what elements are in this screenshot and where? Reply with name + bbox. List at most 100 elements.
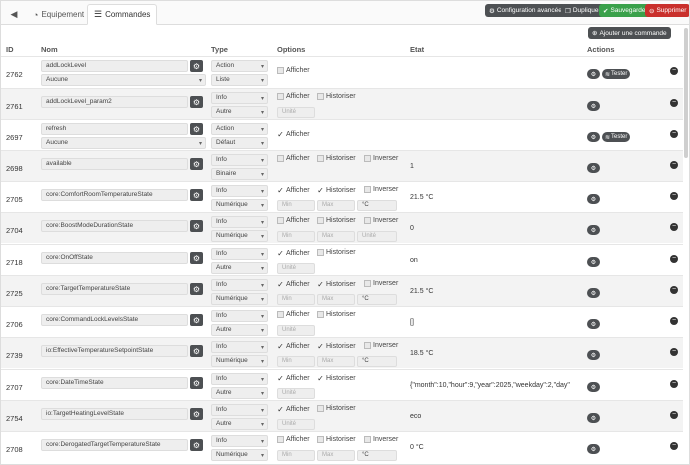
- history-checkbox[interactable]: Historiser: [317, 436, 356, 443]
- history-checkbox[interactable]: Historiser: [317, 405, 356, 412]
- scrollbar[interactable]: [684, 28, 688, 158]
- test-button[interactable]: ≋ Tester: [602, 132, 631, 142]
- delete-button[interactable]: ⊖ Supprimer: [645, 4, 689, 17]
- add-command-button[interactable]: ⊕ Ajouter une commande: [588, 27, 671, 39]
- command-name-field[interactable]: core:BoostModeDurationState: [41, 220, 188, 232]
- command-config-gear-icon[interactable]: ⚙: [190, 314, 203, 326]
- command-config-gear-icon[interactable]: ⚙: [190, 60, 203, 72]
- command-subtype-select[interactable]: Autre ▾: [211, 387, 268, 399]
- min-field[interactable]: Min: [277, 200, 315, 211]
- invert-checkbox[interactable]: Inverser: [364, 155, 398, 162]
- back-tab[interactable]: ◀: [4, 4, 24, 25]
- min-field[interactable]: Min: [277, 294, 315, 305]
- command-type-select[interactable]: Action ▾: [211, 60, 268, 72]
- tab-commands[interactable]: ☰ Commandes: [87, 4, 158, 25]
- history-checkbox[interactable]: Historiser: [317, 249, 356, 256]
- max-field[interactable]: Max: [317, 231, 355, 242]
- command-type-select[interactable]: Action ▾: [211, 123, 268, 135]
- advanced-config-icon[interactable]: ⚙: [587, 413, 600, 423]
- remove-command-icon[interactable]: −: [670, 67, 678, 75]
- history-checkbox[interactable]: ✓ Historiser: [317, 280, 355, 289]
- remove-command-icon[interactable]: −: [670, 192, 678, 200]
- command-type-select[interactable]: Info ▾: [211, 435, 268, 447]
- remove-command-icon[interactable]: −: [670, 223, 678, 231]
- remove-command-icon[interactable]: −: [670, 286, 678, 294]
- command-value-select[interactable]: Aucune ▾: [41, 137, 206, 149]
- advanced-config-button[interactable]: ⚙ Configuration avancée: [485, 4, 566, 17]
- show-checkbox[interactable]: ✓ Afficher: [277, 342, 309, 351]
- command-subtype-select[interactable]: Numérique ▾: [211, 449, 268, 461]
- history-checkbox[interactable]: ✓ Historiser: [317, 342, 355, 351]
- history-checkbox[interactable]: Historiser: [317, 311, 356, 318]
- invert-checkbox[interactable]: Inverser: [364, 280, 398, 287]
- command-type-select[interactable]: Info ▾: [211, 154, 268, 166]
- advanced-config-icon[interactable]: ⚙: [587, 350, 600, 360]
- save-button[interactable]: ✔ Sauvegarder: [599, 4, 652, 17]
- unit-field[interactable]: °C: [357, 450, 397, 461]
- command-config-gear-icon[interactable]: ⚙: [190, 439, 203, 451]
- show-checkbox[interactable]: Afficher: [277, 155, 310, 162]
- show-checkbox[interactable]: Afficher: [277, 436, 310, 443]
- remove-command-icon[interactable]: −: [670, 255, 678, 263]
- command-subtype-select[interactable]: Autre ▾: [211, 418, 268, 430]
- command-value-select[interactable]: Aucune ▾: [41, 74, 206, 86]
- advanced-config-icon[interactable]: ⚙: [587, 288, 600, 298]
- history-checkbox[interactable]: ✓ Historiser: [317, 374, 355, 383]
- command-type-select[interactable]: Info ▾: [211, 248, 268, 260]
- command-config-gear-icon[interactable]: ⚙: [190, 377, 203, 389]
- show-checkbox[interactable]: Afficher: [277, 93, 310, 100]
- command-type-select[interactable]: Info ▾: [211, 185, 268, 197]
- show-checkbox[interactable]: ✓ Afficher: [277, 186, 309, 195]
- advanced-config-icon[interactable]: ⚙: [587, 69, 600, 79]
- invert-checkbox[interactable]: Inverser: [364, 186, 398, 193]
- advanced-config-icon[interactable]: ⚙: [587, 132, 600, 142]
- remove-command-icon[interactable]: −: [670, 442, 678, 450]
- unit-field[interactable]: Unité: [277, 419, 315, 430]
- unit-field[interactable]: °C: [357, 200, 397, 211]
- command-name-field[interactable]: core:CommandLockLevelsState: [41, 314, 188, 326]
- show-checkbox[interactable]: ✓ Afficher: [277, 405, 309, 414]
- show-checkbox[interactable]: ✓ Afficher: [277, 130, 309, 139]
- unit-field[interactable]: Unité: [277, 325, 315, 336]
- remove-command-icon[interactable]: −: [670, 161, 678, 169]
- advanced-config-icon[interactable]: ⚙: [587, 319, 600, 329]
- command-subtype-select[interactable]: Autre ▾: [211, 106, 268, 118]
- command-name-field[interactable]: core:DateTimeState: [41, 377, 188, 389]
- command-config-gear-icon[interactable]: ⚙: [190, 408, 203, 420]
- command-subtype-select[interactable]: Autre ▾: [211, 262, 268, 274]
- command-name-field[interactable]: io:EffectiveTemperatureSetpointState: [41, 345, 188, 357]
- command-name-field[interactable]: addLockLevel: [41, 60, 188, 72]
- command-config-gear-icon[interactable]: ⚙: [190, 283, 203, 295]
- remove-command-icon[interactable]: −: [670, 317, 678, 325]
- min-field[interactable]: Min: [277, 356, 315, 367]
- command-name-field[interactable]: core:DerogatedTargetTemperatureState: [41, 439, 188, 451]
- history-checkbox[interactable]: Historiser: [317, 93, 356, 100]
- max-field[interactable]: Max: [317, 200, 355, 211]
- command-subtype-select[interactable]: Autre ▾: [211, 324, 268, 336]
- unit-field[interactable]: Unité: [277, 263, 315, 274]
- command-name-field[interactable]: addLockLevel_param2: [41, 96, 188, 108]
- command-subtype-select[interactable]: Binaire ▾: [211, 168, 268, 180]
- remove-command-icon[interactable]: −: [670, 380, 678, 388]
- unit-field[interactable]: Unité: [357, 231, 397, 242]
- command-name-field[interactable]: io:TargetHeatingLevelState: [41, 408, 188, 420]
- history-checkbox[interactable]: Historiser: [317, 155, 356, 162]
- test-button[interactable]: ≋ Tester: [602, 69, 631, 79]
- command-config-gear-icon[interactable]: ⚙: [190, 220, 203, 232]
- show-checkbox[interactable]: ✓ Afficher: [277, 249, 309, 258]
- command-config-gear-icon[interactable]: ⚙: [190, 345, 203, 357]
- command-name-field[interactable]: core:ComfortRoomTemperatureState: [41, 189, 188, 201]
- max-field[interactable]: Max: [317, 450, 355, 461]
- command-config-gear-icon[interactable]: ⚙: [190, 123, 203, 135]
- remove-command-icon[interactable]: −: [670, 99, 678, 107]
- min-field[interactable]: Min: [277, 231, 315, 242]
- invert-checkbox[interactable]: Inverser: [364, 436, 398, 443]
- command-type-select[interactable]: Info ▾: [211, 373, 268, 385]
- show-checkbox[interactable]: Afficher: [277, 311, 310, 318]
- advanced-config-icon[interactable]: ⚙: [587, 225, 600, 235]
- advanced-config-icon[interactable]: ⚙: [587, 382, 600, 392]
- command-subtype-select[interactable]: Numérique ▾: [211, 355, 268, 367]
- command-type-select[interactable]: Info ▾: [211, 279, 268, 291]
- command-config-gear-icon[interactable]: ⚙: [190, 96, 203, 108]
- unit-field[interactable]: °C: [357, 294, 397, 305]
